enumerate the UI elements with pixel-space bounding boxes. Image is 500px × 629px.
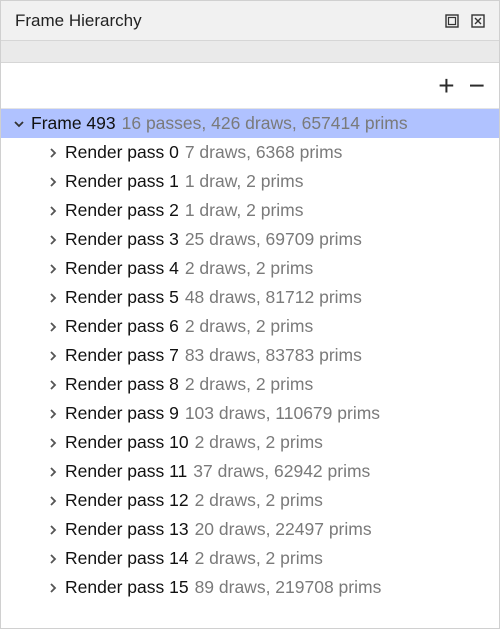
tree-view[interactable]: Frame 493 16 passes, 426 draws, 657414 p… bbox=[1, 109, 499, 628]
tree-row-label: Render pass 11 bbox=[65, 461, 187, 482]
tree-row-label: Render pass 7 bbox=[65, 345, 179, 366]
tree-row-label: Render pass 2 bbox=[65, 200, 179, 221]
panel-titlebar: Frame Hierarchy bbox=[1, 1, 499, 41]
tree-row[interactable]: Render pass 9 103 draws, 110679 prims bbox=[1, 399, 499, 428]
chevron-right-icon[interactable] bbox=[45, 290, 61, 306]
chevron-right-icon[interactable] bbox=[45, 232, 61, 248]
tree-row[interactable]: Render pass 2 1 draw, 2 prims bbox=[1, 196, 499, 225]
tree-root-label: Frame 493 bbox=[31, 113, 116, 134]
tree-row[interactable]: Render pass 10 2 draws, 2 prims bbox=[1, 428, 499, 457]
tree-row-meta: 89 draws, 219708 prims bbox=[195, 577, 382, 598]
tree-row[interactable]: Render pass 11 37 draws, 62942 prims bbox=[1, 457, 499, 486]
chevron-right-icon[interactable] bbox=[45, 348, 61, 364]
chevron-right-icon[interactable] bbox=[45, 203, 61, 219]
tree-row[interactable]: Render pass 1 1 draw, 2 prims bbox=[1, 167, 499, 196]
tree-row[interactable]: Render pass 0 7 draws, 6368 prims bbox=[1, 138, 499, 167]
tree-row-meta: 2 draws, 2 prims bbox=[195, 432, 323, 453]
chevron-right-icon[interactable] bbox=[45, 580, 61, 596]
tree-row-meta: 2 draws, 2 prims bbox=[195, 548, 323, 569]
tree-row-label: Render pass 5 bbox=[65, 287, 179, 308]
tree-row-meta: 25 draws, 69709 prims bbox=[185, 229, 362, 250]
collapse-all-button[interactable]: − bbox=[469, 72, 485, 100]
chevron-right-icon[interactable] bbox=[45, 145, 61, 161]
tree-root-meta: 16 passes, 426 draws, 657414 prims bbox=[122, 113, 408, 134]
expand-all-button[interactable]: + bbox=[438, 72, 454, 100]
tree-row[interactable]: Render pass 13 20 draws, 22497 prims bbox=[1, 515, 499, 544]
tree-row[interactable]: Render pass 3 25 draws, 69709 prims bbox=[1, 225, 499, 254]
toolbar-gap bbox=[1, 41, 499, 63]
tree-row-label: Render pass 14 bbox=[65, 548, 189, 569]
tree-row-label: Render pass 9 bbox=[65, 403, 179, 424]
tree-row-meta: 103 draws, 110679 prims bbox=[185, 403, 380, 424]
maximize-button[interactable] bbox=[441, 10, 463, 32]
frame-hierarchy-panel: Frame Hierarchy + − Frame 493 16 passes,… bbox=[0, 0, 500, 629]
close-button[interactable] bbox=[467, 10, 489, 32]
tree-row-label: Render pass 3 bbox=[65, 229, 179, 250]
chevron-right-icon[interactable] bbox=[45, 551, 61, 567]
tree-row-label: Render pass 10 bbox=[65, 432, 189, 453]
tree-row-meta: 1 draw, 2 prims bbox=[185, 171, 304, 192]
tree-row-label: Render pass 15 bbox=[65, 577, 189, 598]
tree-row-label: Render pass 1 bbox=[65, 171, 179, 192]
chevron-right-icon[interactable] bbox=[45, 406, 61, 422]
tree-row-label: Render pass 12 bbox=[65, 490, 189, 511]
tree-row-meta: 83 draws, 83783 prims bbox=[185, 345, 362, 366]
tree-row-meta: 2 draws, 2 prims bbox=[185, 258, 313, 279]
tree-row-meta: 7 draws, 6368 prims bbox=[185, 142, 343, 163]
chevron-down-icon[interactable] bbox=[11, 116, 27, 132]
tree-row-meta: 2 draws, 2 prims bbox=[185, 374, 313, 395]
tree-row-label: Render pass 13 bbox=[65, 519, 189, 540]
tree-toolbar: + − bbox=[1, 63, 499, 109]
tree-row-meta: 37 draws, 62942 prims bbox=[193, 461, 370, 482]
tree-row[interactable]: Render pass 6 2 draws, 2 prims bbox=[1, 312, 499, 341]
tree-row-meta: 2 draws, 2 prims bbox=[185, 316, 313, 337]
tree-root-row[interactable]: Frame 493 16 passes, 426 draws, 657414 p… bbox=[1, 109, 499, 138]
chevron-right-icon[interactable] bbox=[45, 493, 61, 509]
tree-row[interactable]: Render pass 12 2 draws, 2 prims bbox=[1, 486, 499, 515]
tree-row-label: Render pass 6 bbox=[65, 316, 179, 337]
chevron-right-icon[interactable] bbox=[45, 377, 61, 393]
tree-row-meta: 48 draws, 81712 prims bbox=[185, 287, 362, 308]
tree-row-meta: 1 draw, 2 prims bbox=[185, 200, 304, 221]
chevron-right-icon[interactable] bbox=[45, 174, 61, 190]
chevron-right-icon[interactable] bbox=[45, 522, 61, 538]
tree-row-label: Render pass 4 bbox=[65, 258, 179, 279]
close-icon bbox=[471, 14, 485, 28]
chevron-right-icon[interactable] bbox=[45, 261, 61, 277]
tree-row-label: Render pass 0 bbox=[65, 142, 179, 163]
chevron-right-icon[interactable] bbox=[45, 464, 61, 480]
chevron-right-icon[interactable] bbox=[45, 435, 61, 451]
tree-row-meta: 2 draws, 2 prims bbox=[195, 490, 323, 511]
tree-row[interactable]: Render pass 7 83 draws, 83783 prims bbox=[1, 341, 499, 370]
tree-row[interactable]: Render pass 8 2 draws, 2 prims bbox=[1, 370, 499, 399]
tree-row[interactable]: Render pass 4 2 draws, 2 prims bbox=[1, 254, 499, 283]
maximize-icon bbox=[445, 14, 459, 28]
tree-row-label: Render pass 8 bbox=[65, 374, 179, 395]
tree-children: Render pass 07 draws, 6368 primsRender p… bbox=[1, 138, 499, 602]
tree-row-meta: 20 draws, 22497 prims bbox=[195, 519, 372, 540]
tree-row[interactable]: Render pass 5 48 draws, 81712 prims bbox=[1, 283, 499, 312]
tree-row[interactable]: Render pass 14 2 draws, 2 prims bbox=[1, 544, 499, 573]
panel-title: Frame Hierarchy bbox=[15, 11, 437, 31]
chevron-right-icon[interactable] bbox=[45, 319, 61, 335]
tree-row[interactable]: Render pass 15 89 draws, 219708 prims bbox=[1, 573, 499, 602]
